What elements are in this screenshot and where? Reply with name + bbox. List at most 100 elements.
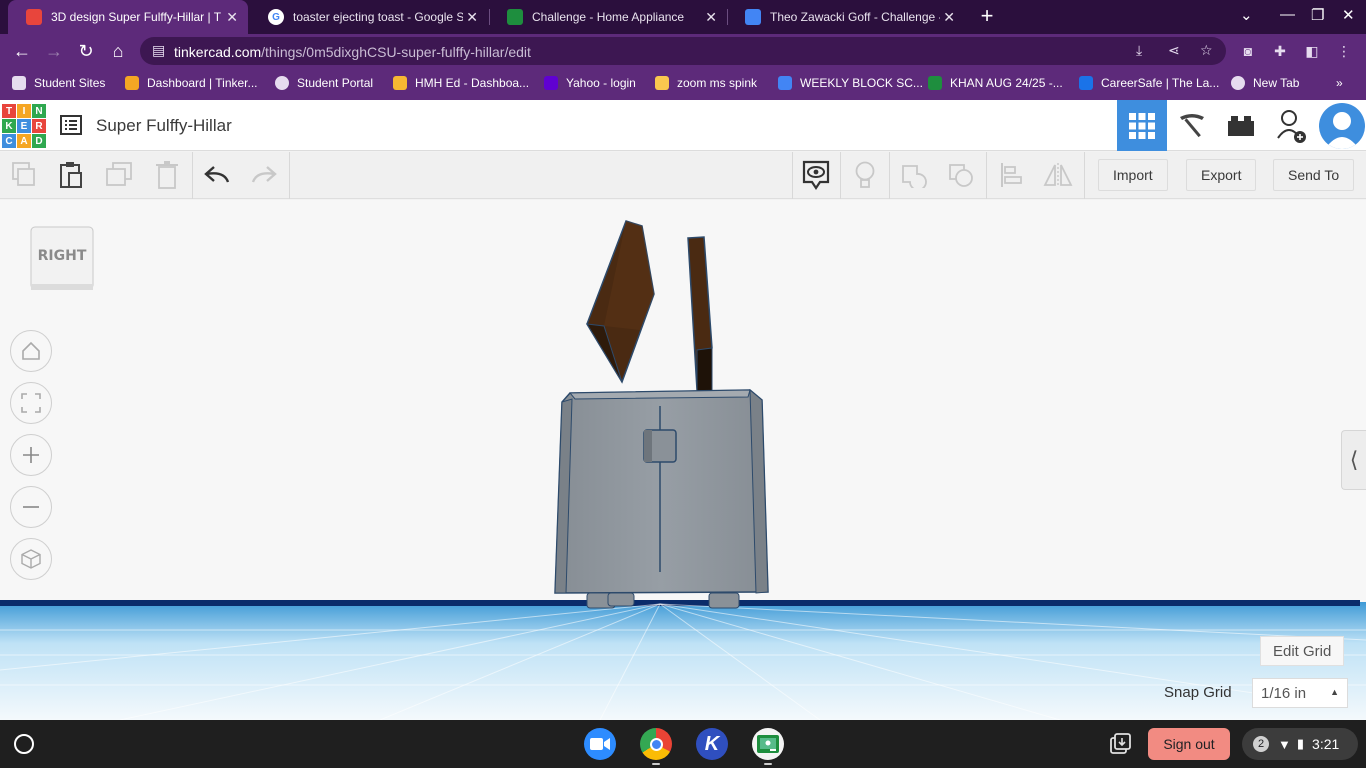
user-icon (1325, 112, 1359, 149)
view-cube[interactable]: RIGHT (30, 226, 94, 292)
minimize-icon[interactable]: — (1280, 6, 1295, 23)
bookmark-item[interactable]: Dashboard | Tinker... (125, 76, 258, 90)
home-icon[interactable]: ⌂ (107, 40, 129, 62)
duplicate-icon (106, 162, 132, 186)
cube-icon (21, 549, 41, 569)
tab-classroom-challenge[interactable]: Challenge - Home Appliance ✕ (489, 0, 727, 34)
bookmark-item[interactable]: WEEKLY BLOCK SC... (778, 76, 923, 90)
reload-icon[interactable]: ↻ (75, 40, 97, 62)
shapes-panel-toggle-chevron-icon[interactable]: ⟨ (1341, 430, 1366, 490)
send-to-button[interactable]: Send To (1273, 159, 1355, 191)
menu-kebab-icon[interactable]: ⋮ (1336, 43, 1352, 59)
bookmark-item[interactable]: Student Portal (275, 76, 373, 90)
zoom-app-icon[interactable] (584, 728, 616, 760)
tab-title: Theo Zawacki Goff - Challenge - (770, 10, 940, 24)
redo-button[interactable] (249, 160, 279, 190)
export-button[interactable]: Export (1186, 159, 1257, 191)
toast-slice-right[interactable] (687, 236, 713, 393)
google-classroom-favicon-icon (507, 9, 523, 25)
group-icon (902, 165, 927, 188)
yahoo-icon (544, 76, 558, 90)
notes-button[interactable] (801, 160, 831, 190)
minecraft-pickaxe-button[interactable] (1167, 100, 1217, 151)
light-bulb-button[interactable] (850, 160, 880, 190)
undo-button[interactable] (202, 160, 232, 190)
side-panel-icon[interactable]: ◧ (1304, 43, 1320, 59)
tab-google-search[interactable]: G toaster ejecting toast - Google Se ✕ (250, 0, 488, 34)
zoom-in-button[interactable] (10, 434, 52, 476)
add-user-icon (1277, 109, 1306, 143)
design-list-icon[interactable] (60, 114, 82, 136)
launcher-icon[interactable] (14, 734, 34, 754)
url-text[interactable]: tinkercad.com/things/0m5dixghCSU-super-f… (174, 44, 531, 60)
bookmark-star-icon[interactable]: ☆ (1200, 42, 1213, 59)
toaster-body[interactable] (554, 388, 769, 594)
workplane-grid[interactable] (0, 602, 1366, 720)
home-view-button[interactable] (10, 330, 52, 372)
chrome-app-icon[interactable] (640, 728, 672, 760)
zoom-out-button[interactable] (10, 486, 52, 528)
paste-button[interactable] (56, 160, 86, 190)
forward-arrow-icon[interactable]: → (43, 40, 65, 62)
edit-grid-button[interactable]: Edit Grid (1260, 636, 1345, 666)
tab-search-chevron-icon[interactable]: ⌄ (1240, 6, 1253, 24)
close-icon[interactable]: ✕ (705, 9, 717, 26)
holding-space-icon[interactable] (1108, 732, 1132, 756)
address-bar[interactable]: ▤ tinkercad.com/things/0m5dixghCSU-super… (140, 37, 1226, 65)
careersafe-icon (1079, 76, 1093, 90)
toast-slice-left[interactable] (586, 220, 655, 384)
design-title[interactable]: Super Fulffy-Hillar (96, 116, 232, 136)
bookmark-item[interactable]: KHAN AUG 24/25 -... (928, 76, 1063, 90)
snap-grid-select[interactable]: 1/16 in ▲ (1252, 678, 1348, 708)
extension-icon[interactable]: ◙ (1240, 43, 1256, 59)
user-avatar[interactable] (1319, 103, 1365, 149)
puzzle-extensions-icon[interactable]: ✚ (1272, 43, 1288, 59)
tab-google-doc[interactable]: Theo Zawacki Goff - Challenge - ✕ (727, 0, 965, 34)
lego-bricks-button[interactable] (1216, 100, 1266, 151)
restore-icon[interactable]: ❐ (1311, 6, 1324, 24)
bookmark-item[interactable]: HMH Ed - Dashboa... (393, 76, 529, 90)
workplane-viewport[interactable]: RIGHT ⟨ Edit Grid Snap Grid 1/16 in ▲ (0, 200, 1366, 720)
3d-scene[interactable] (0, 200, 1366, 720)
close-icon[interactable]: ✕ (943, 9, 955, 26)
import-button[interactable]: Import (1098, 159, 1168, 191)
new-tab-button[interactable]: + (978, 5, 996, 27)
sign-out-button[interactable]: Sign out (1148, 728, 1230, 760)
close-icon[interactable]: ✕ (466, 9, 478, 26)
status-tray[interactable]: 2 ▼ ▮ 3:21 (1242, 728, 1358, 760)
copy-button[interactable] (9, 160, 39, 190)
close-icon[interactable]: ✕ (226, 9, 238, 26)
tab-tinkercad[interactable]: 3D design Super Fulffy-Hillar | Ti ✕ (8, 0, 248, 34)
align-button[interactable] (996, 160, 1026, 190)
battery-icon: ▮ (1296, 736, 1305, 751)
globe-icon (275, 76, 289, 90)
ungroup-button[interactable] (947, 160, 977, 190)
site-info-icon[interactable]: ▤ (152, 42, 165, 59)
install-app-icon[interactable]: ⤓ (1136, 42, 1142, 59)
bookmark-item[interactable]: Yahoo - login (544, 76, 636, 90)
grid-icon (1129, 112, 1155, 139)
google-classroom-app-icon[interactable] (752, 728, 784, 760)
close-window-icon[interactable]: ✕ (1342, 6, 1355, 24)
3d-design-grid-button[interactable] (1117, 100, 1167, 151)
add-user-button[interactable] (1267, 100, 1317, 151)
bookmark-item[interactable]: Student Sites (12, 76, 105, 90)
bookmark-item[interactable]: CareerSafe | The La... (1079, 76, 1219, 90)
perspective-toggle-button[interactable] (10, 538, 52, 580)
group-button[interactable] (899, 160, 929, 190)
minus-icon (23, 506, 39, 508)
fit-view-button[interactable] (10, 382, 52, 424)
duplicate-button[interactable] (104, 160, 134, 190)
toolbar-divider (1084, 152, 1085, 199)
bookmark-item[interactable]: New Tab (1231, 76, 1299, 90)
kami-app-icon[interactable]: K (696, 728, 728, 760)
tinkercad-logo[interactable]: T I N K E R C A D (2, 104, 46, 148)
back-arrow-icon[interactable]: ← (11, 40, 33, 62)
bookmark-item[interactable]: zoom ms spink (655, 76, 757, 90)
share-icon[interactable]: ⋖ (1168, 42, 1180, 59)
mirror-button[interactable] (1043, 160, 1073, 190)
pickaxe-icon (1180, 113, 1204, 137)
bookmarks-overflow-chevron-icon[interactable]: » (1336, 76, 1343, 90)
delete-button[interactable] (152, 160, 182, 190)
caret-up-icon: ▲ (1330, 687, 1339, 697)
